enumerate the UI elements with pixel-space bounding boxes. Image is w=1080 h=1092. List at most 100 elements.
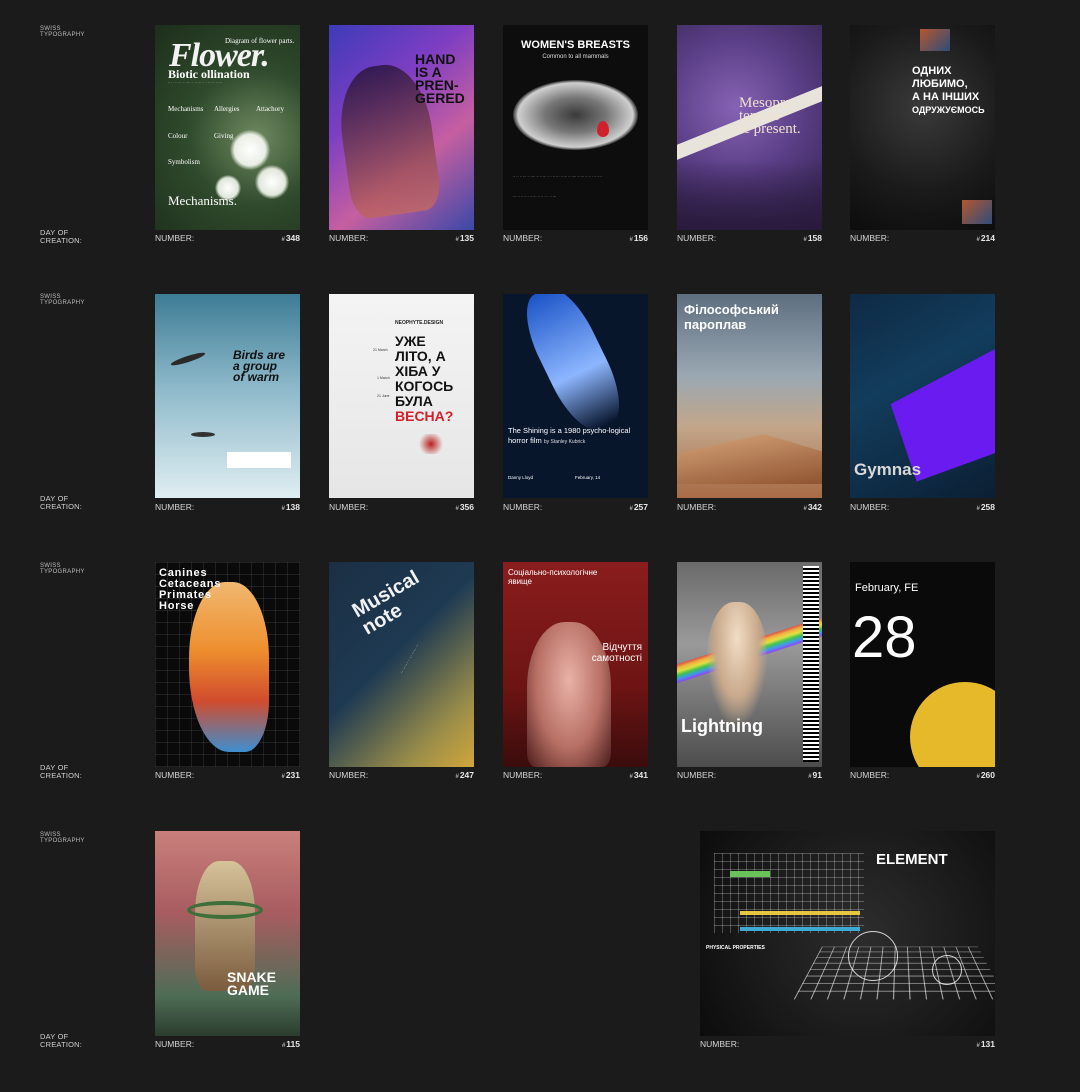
poster-number: 91 bbox=[808, 771, 822, 782]
highlight-cell bbox=[740, 911, 860, 915]
title-accent: ВЕСНА? bbox=[395, 408, 454, 424]
poster-byline: by Stanley Kubrick bbox=[543, 439, 586, 445]
poster-card-115[interactable]: SNAKE GAME NUMBER: 115 bbox=[155, 831, 300, 1051]
light-beam bbox=[513, 294, 633, 440]
poster-number: 156 bbox=[629, 234, 648, 245]
poster-card-138[interactable]: Birds are a group of warm NUMBER: 138 bbox=[155, 294, 300, 514]
poster-card-131[interactable]: ELEMENT PHYSICAL PROPERTIES NUMBER: 131 bbox=[700, 831, 995, 1051]
eye-shape bbox=[513, 80, 638, 150]
poster-title-lines: Musical note bbox=[349, 566, 433, 639]
poster-date: 21 June bbox=[377, 394, 390, 398]
poster-number: 214 bbox=[976, 234, 995, 245]
poster-caption: NUMBER: 247 bbox=[329, 771, 474, 782]
poster-card-158[interactable]: Mesopra tero zo ic present. NUMBER: 158 bbox=[677, 25, 822, 245]
caption-label: NUMBER: bbox=[850, 233, 890, 243]
poster-card-135[interactable]: HAND IS A PREN- GERED NUMBER: 135 bbox=[329, 25, 474, 245]
poster-caption: NUMBER: 258 bbox=[850, 503, 995, 514]
poster-title-lines: Mesopra tero zo ic present. bbox=[739, 96, 801, 137]
poster-number: 247 bbox=[455, 771, 474, 782]
poster-caption: NUMBER: 115 bbox=[155, 1040, 300, 1051]
poster-image: Mesopra tero zo ic present. bbox=[677, 25, 822, 230]
photo-strip bbox=[962, 200, 992, 224]
poster-image: Canines Cetaceans Primates Horse bbox=[155, 562, 300, 767]
poster-title-lines: Відчуття самотності bbox=[592, 642, 642, 664]
poster-number: 115 bbox=[282, 1040, 300, 1051]
poster-footer-left: Danny Lloyd bbox=[508, 475, 534, 480]
title-line: GERED bbox=[415, 90, 465, 106]
title-line: GAME bbox=[227, 982, 269, 998]
row-label-swiss-3: Swiss Typography bbox=[40, 563, 85, 575]
poster-title-lines: Birds are a group of warm bbox=[233, 349, 285, 384]
poster-card-260[interactable]: February, FE 28 NUMBER: 260 bbox=[850, 562, 995, 782]
row-label-swiss-4: Swiss Typography bbox=[40, 832, 85, 844]
poster-caption: NUMBER: 214 bbox=[850, 234, 995, 245]
caption-label: NUMBER: bbox=[329, 502, 369, 512]
periodic-table bbox=[714, 853, 864, 933]
dune-shape bbox=[677, 434, 822, 484]
poster-card-231[interactable]: Canines Cetaceans Primates Horse NUMBER:… bbox=[155, 562, 300, 782]
poster-caption: NUMBER: 356 bbox=[329, 503, 474, 514]
poster-caption: NUMBER: 342 bbox=[677, 503, 822, 514]
caption-label: NUMBER: bbox=[503, 502, 543, 512]
caption-label: NUMBER: bbox=[677, 770, 717, 780]
poster-title-lines: Canines Cetaceans Primates Horse bbox=[159, 568, 221, 612]
bird-silhouette bbox=[169, 350, 207, 368]
caption-label: NUMBER: bbox=[503, 770, 543, 780]
caption-label: NUMBER: bbox=[155, 502, 195, 512]
poster-image: Gymnas bbox=[850, 294, 995, 498]
title-line: УЖЕ bbox=[395, 333, 426, 349]
poster-number: 135 bbox=[455, 234, 474, 245]
caption-label: NUMBER: bbox=[329, 770, 369, 780]
poster-number: 342 bbox=[803, 503, 822, 514]
poster-footer: Mechanisms. bbox=[168, 193, 237, 208]
poster-card-258[interactable]: Gymnas NUMBER: 258 bbox=[850, 294, 995, 514]
poster-date: 1 March bbox=[377, 376, 390, 380]
poster-card-341[interactable]: Соціально-психологічне явище Відчуття са… bbox=[503, 562, 648, 782]
caption-label: NUMBER: bbox=[329, 233, 369, 243]
row-label-day-1: Day of creation: bbox=[40, 228, 83, 245]
title-line: А НА ІНШИХ bbox=[912, 91, 980, 103]
title-line: ОДНИХ bbox=[912, 65, 952, 77]
title-line: of warm bbox=[233, 370, 280, 384]
poster-title: Gymnas bbox=[854, 460, 922, 479]
caption-label: NUMBER: bbox=[850, 770, 890, 780]
poster-image: HAND IS A PREN- GERED bbox=[329, 25, 474, 230]
poster-card-214[interactable]: ОДНИХ ЛЮБИМО, А НА ІНШИХ ОДРУЖУЄМОСЬ NUM… bbox=[850, 25, 995, 245]
poster-caption: NUMBER: 156 bbox=[503, 234, 648, 245]
poster-card-356[interactable]: NEOPHYTE.DESIGN 21 March 1 March 21 June… bbox=[329, 294, 474, 514]
poster-card-342[interactable]: Філософський пароплав NUMBER: 342 bbox=[677, 294, 822, 514]
poster-card-91[interactable]: Lightning NUMBER: 91 bbox=[677, 562, 822, 782]
poster-title-lines: УЖЕ ЛІТО, А ХІБА У КОГОСЬ БУЛА ВЕСНА? bbox=[395, 334, 453, 424]
title-line: самотності bbox=[591, 653, 642, 664]
poster-word: Allergies bbox=[214, 105, 240, 113]
poster-word: Colour bbox=[168, 132, 188, 140]
poster-card-247[interactable]: Musical note ·· ····· · ·· ···· ·· NUMBE… bbox=[329, 562, 474, 782]
poster-caption: NUMBER: 158 bbox=[677, 234, 822, 245]
row-label-day-4: Day of creation: bbox=[40, 1032, 83, 1049]
poster-heading: Biotic ollination bbox=[168, 67, 250, 81]
poster-word: Attachory bbox=[256, 105, 284, 113]
poster-card-257[interactable]: The Shining is a 1980 psycho-logical hor… bbox=[503, 294, 648, 514]
caption-label: NUMBER: bbox=[155, 1039, 195, 1049]
row-label-day-2: Day of creation: bbox=[40, 494, 83, 511]
title-line: ЛЮБИМО, bbox=[912, 78, 968, 90]
poster-title: ELEMENT bbox=[876, 851, 948, 868]
poster-image: The Shining is a 1980 psycho-logical hor… bbox=[503, 294, 648, 498]
poster-title-lines: SNAKE GAME bbox=[227, 970, 276, 998]
title-line: ic present. bbox=[739, 121, 801, 137]
poster-number: 158 bbox=[803, 234, 822, 245]
poster-image: WOMEN'S BREASTS Common to all mammals ··… bbox=[503, 25, 648, 230]
poster-number: 138 bbox=[281, 503, 300, 514]
caption-label: NUMBER: bbox=[850, 502, 890, 512]
poster-caption: NUMBER: 260 bbox=[850, 771, 995, 782]
poster-card-156[interactable]: WOMEN'S BREASTS Common to all mammals ··… bbox=[503, 25, 648, 245]
poster-word: Giving bbox=[214, 132, 234, 140]
row-label-swiss-1: Swiss Typography bbox=[40, 26, 85, 38]
poster-title: Lightning bbox=[681, 716, 763, 736]
poster-caption: NUMBER: 138 bbox=[155, 503, 300, 514]
flower-blossom bbox=[230, 130, 270, 170]
poster-word: Mechanisms bbox=[168, 105, 204, 113]
poster-number: 258 bbox=[976, 503, 995, 514]
poster-image: February, FE 28 bbox=[850, 562, 995, 767]
poster-card-348[interactable]: Diagram of flower parts. Flower. Biotic … bbox=[155, 25, 300, 245]
